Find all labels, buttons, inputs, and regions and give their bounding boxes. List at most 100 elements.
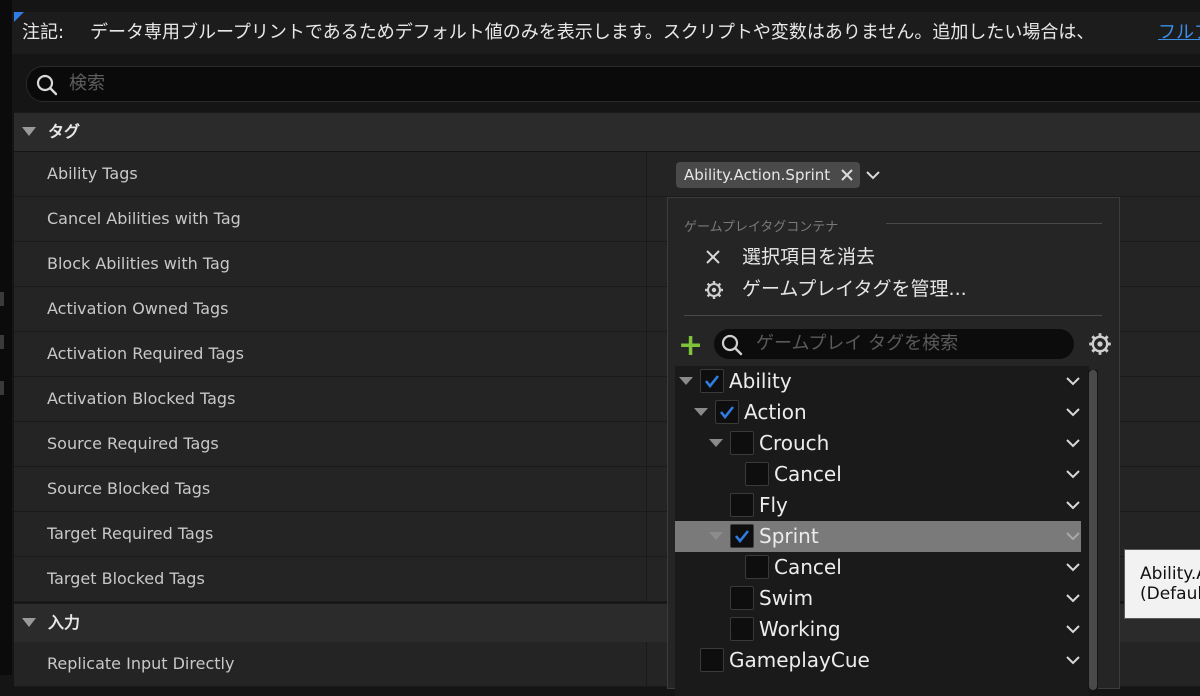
expand-arrow-icon[interactable] — [679, 377, 693, 385]
tag-checkbox[interactable] — [730, 617, 754, 641]
property-label: Activation Owned Tags — [47, 299, 229, 318]
tag-tree-row[interactable]: Action — [675, 397, 1081, 428]
tag-tree-row[interactable]: Working — [675, 614, 1081, 645]
notice-text: データ専用ブループリントであるためデフォルト値のみを表示します。スクリプトや変数… — [90, 22, 1095, 43]
chevron-down-icon[interactable] — [1065, 530, 1081, 542]
tag-label: Action — [744, 400, 807, 424]
close-icon[interactable] — [840, 168, 854, 182]
chevron-down-icon[interactable] — [1065, 499, 1081, 511]
expand-arrow-icon[interactable] — [709, 532, 723, 540]
tag-tree-row[interactable]: GameplayCue — [675, 645, 1081, 676]
search-icon — [721, 334, 743, 356]
notice-label: 注記: — [22, 22, 65, 43]
data-only-notice: 注記: データ専用ブループリントであるためデフォルト値のみを表示します。スクリプ… — [12, 12, 1200, 54]
property-label: Source Blocked Tags — [47, 479, 211, 498]
column-divider — [646, 642, 647, 686]
section-title-input: 入力 — [48, 613, 81, 632]
scrollbar-thumb[interactable] — [1089, 370, 1097, 690]
divider — [886, 223, 1102, 224]
gear-icon[interactable] — [1088, 332, 1112, 356]
chevron-down-icon[interactable] — [1065, 623, 1081, 635]
column-divider — [646, 287, 647, 331]
edge-marker — [0, 292, 4, 306]
tag-tree-row-selected[interactable]: Sprint — [675, 521, 1081, 552]
check-icon — [734, 530, 750, 544]
tag-checkbox[interactable] — [700, 648, 724, 672]
expand-arrow-icon — [22, 618, 36, 627]
tag-checkbox[interactable] — [730, 493, 754, 517]
tag-tree-scrollbar[interactable] — [1088, 370, 1098, 690]
tag-label: Ability — [729, 369, 792, 393]
chevron-down-icon[interactable] — [1065, 406, 1081, 418]
column-divider — [646, 332, 647, 376]
chevron-down-icon[interactable] — [1065, 654, 1081, 666]
section-title-tags: タグ — [48, 122, 81, 141]
gameplay-tag-picker-popup: ゲームプレイタグコンテナ 選択項目を消去 ゲームプレイタグを管理... + ゲー… — [667, 197, 1120, 696]
divider — [684, 315, 1102, 316]
tag-label: Fly — [759, 493, 788, 517]
tag-tree-row[interactable]: Swim — [675, 583, 1081, 614]
tag-checkbox[interactable] — [745, 555, 769, 579]
ability-tag-value: Ability.Action.Sprint — [684, 166, 831, 184]
tag-search-input[interactable]: ゲームプレイ タグを検索 — [714, 329, 1074, 359]
tooltip-line: (Defaul — [1140, 584, 1200, 604]
open-full-editor-link[interactable]: フルブ — [1158, 12, 1200, 54]
details-search-box[interactable]: 検索 — [26, 66, 1200, 102]
column-divider — [646, 422, 647, 466]
chevron-down-icon[interactable] — [1065, 561, 1081, 573]
ability-tag-chip[interactable]: Ability.Action.Sprint — [676, 162, 861, 188]
plus-icon[interactable]: + — [678, 331, 703, 361]
column-divider — [646, 197, 647, 241]
tag-label: Crouch — [759, 431, 830, 455]
section-header-tags[interactable]: タグ — [14, 112, 1200, 151]
expand-arrow-icon[interactable] — [709, 439, 723, 447]
column-divider — [646, 467, 647, 511]
property-label: Target Required Tags — [47, 524, 214, 543]
chevron-down-icon[interactable] — [864, 168, 882, 182]
check-icon — [704, 375, 720, 389]
property-label: Activation Required Tags — [47, 344, 244, 363]
column-divider — [646, 557, 647, 601]
check-icon — [719, 406, 735, 420]
tag-label: Swim — [759, 586, 814, 610]
tag-tree-row[interactable]: Cancel — [675, 552, 1081, 583]
manage-tags-label: ゲームプレイタグを管理... — [742, 278, 967, 300]
tag-label: Cancel — [774, 462, 842, 486]
edge-marker — [0, 335, 4, 349]
close-icon — [706, 250, 720, 264]
tag-checkbox[interactable] — [745, 462, 769, 486]
property-label: Replicate Input Directly — [47, 654, 235, 673]
column-divider — [646, 242, 647, 286]
container-title: ゲームプレイタグコンテナ — [684, 220, 839, 235]
property-row: Ability Tags — [14, 152, 1200, 197]
tag-label: Working — [759, 617, 841, 641]
column-divider — [646, 377, 647, 421]
gear-icon — [705, 281, 723, 299]
tag-tree-row[interactable]: Crouch — [675, 428, 1081, 459]
property-label: Source Required Tags — [47, 434, 219, 453]
property-label: Activation Blocked Tags — [47, 389, 236, 408]
edge-marker — [0, 381, 4, 395]
corner-marker — [14, 12, 24, 22]
property-label: Block Abilities with Tag — [47, 254, 230, 273]
tag-tree-row[interactable]: Ability — [675, 366, 1081, 397]
search-placeholder: 検索 — [69, 73, 105, 94]
tag-checkbox[interactable] — [730, 524, 754, 548]
chevron-down-icon[interactable] — [1065, 437, 1081, 449]
search-icon — [36, 74, 58, 96]
tag-tree: Ability Action Crouch Cancel Fly Sprint … — [675, 366, 1089, 696]
tag-tree-row[interactable]: Cancel — [675, 459, 1081, 490]
tooltip-line: Ability.A — [1140, 564, 1200, 584]
property-label: Target Blocked Tags — [47, 569, 205, 588]
tag-tree-row[interactable]: Fly — [675, 490, 1081, 521]
tag-checkbox[interactable] — [730, 586, 754, 610]
tag-checkbox[interactable] — [700, 369, 724, 393]
tag-label: GameplayCue — [729, 648, 870, 672]
clear-selection-label: 選択項目を消去 — [742, 246, 876, 268]
chevron-down-icon[interactable] — [1065, 375, 1081, 387]
chevron-down-icon[interactable] — [1065, 592, 1081, 604]
tag-checkbox[interactable] — [715, 400, 739, 424]
chevron-down-icon[interactable] — [1065, 468, 1081, 480]
expand-arrow-icon[interactable] — [694, 408, 708, 416]
tag-checkbox[interactable] — [730, 431, 754, 455]
